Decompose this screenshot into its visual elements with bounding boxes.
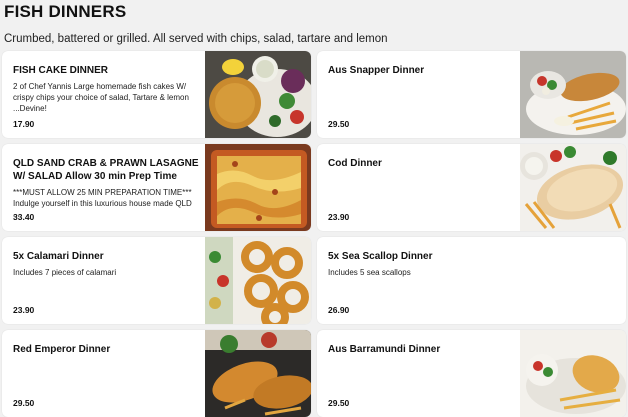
fish-cake-photo [205, 51, 311, 138]
menu-item-description: 2 of Chef Yannis Large homemade fish cak… [13, 82, 189, 113]
menu-item-card[interactable]: 5x Calamari Dinner Includes 7 pieces of … [2, 237, 311, 324]
menu-item-name: Aus Snapper Dinner [328, 65, 425, 76]
menu-item-price: 17.90 [13, 119, 35, 129]
menu-item-text: Cod Dinner [328, 157, 514, 170]
calamari-photo [205, 237, 311, 324]
cod-photo [520, 144, 626, 231]
menu-item-price: 33.40 [13, 212, 35, 222]
menu-item-name: 5x Sea Scallop Dinner [328, 251, 433, 262]
page-title: FISH DINNERS [4, 2, 127, 21]
menu-item-price: 26.90 [328, 305, 350, 315]
menu-item-name: Cod Dinner [328, 158, 382, 169]
menu-item-price: 23.90 [328, 212, 350, 222]
menu-item-description: ***MUST ALLOW 25 MIN PREPARATION TIME***… [13, 188, 192, 219]
menu-item-text: Aus Barramundi Dinner [328, 343, 514, 356]
menu-item-text: Red Emperor Dinner [13, 343, 199, 356]
menu-item-card[interactable]: FISH CAKE DINNER 2 of Chef Yannis Large … [2, 51, 311, 138]
menu-item-card[interactable]: 5x Sea Scallop Dinner Includes 5 sea sca… [317, 237, 626, 324]
lasagne-photo [205, 144, 311, 231]
menu-item-text: 5x Sea Scallop Dinner Includes 5 sea sca… [328, 250, 614, 278]
menu-item-name: Aus Barramundi Dinner [328, 344, 441, 355]
menu-item-name: 5x Calamari Dinner [13, 251, 104, 262]
menu-item-name: QLD SAND CRAB & PRAWN LASAGNE W/ SALAD A… [13, 158, 199, 182]
menu-item-description: Includes 5 sea scallops [328, 268, 411, 277]
menu-item-card[interactable]: Aus Snapper Dinner 29.50 [317, 51, 626, 138]
menu-item-price: 29.50 [328, 398, 350, 408]
menu-grid: FISH CAKE DINNER 2 of Chef Yannis Large … [2, 51, 626, 417]
menu-item-price: 29.50 [328, 119, 350, 129]
menu-item-text: 5x Calamari Dinner Includes 7 pieces of … [13, 250, 199, 278]
menu-item-price: 29.50 [13, 398, 35, 408]
barramundi-photo [520, 330, 626, 417]
menu-item-text: FISH CAKE DINNER 2 of Chef Yannis Large … [13, 64, 199, 114]
menu-item-name: FISH CAKE DINNER [13, 65, 109, 76]
menu-item-card[interactable]: Aus Barramundi Dinner 29.50 [317, 330, 626, 417]
menu-item-price: 23.90 [13, 305, 35, 315]
menu-item-card[interactable]: QLD SAND CRAB & PRAWN LASAGNE W/ SALAD A… [2, 144, 311, 231]
menu-item-card[interactable]: Red Emperor Dinner 29.50 [2, 330, 311, 417]
red-emperor-photo [205, 330, 311, 417]
snapper-photo [520, 51, 626, 138]
menu-item-description: Includes 7 pieces of calamari [13, 268, 117, 277]
menu-item-name: Red Emperor Dinner [13, 344, 111, 355]
page-subtitle: Crumbed, battered or grilled. All served… [4, 33, 388, 45]
menu-item-card[interactable]: Cod Dinner 23.90 [317, 144, 626, 231]
menu-item-text: QLD SAND CRAB & PRAWN LASAGNE W/ SALAD A… [13, 157, 199, 220]
menu-item-text: Aus Snapper Dinner [328, 64, 514, 77]
